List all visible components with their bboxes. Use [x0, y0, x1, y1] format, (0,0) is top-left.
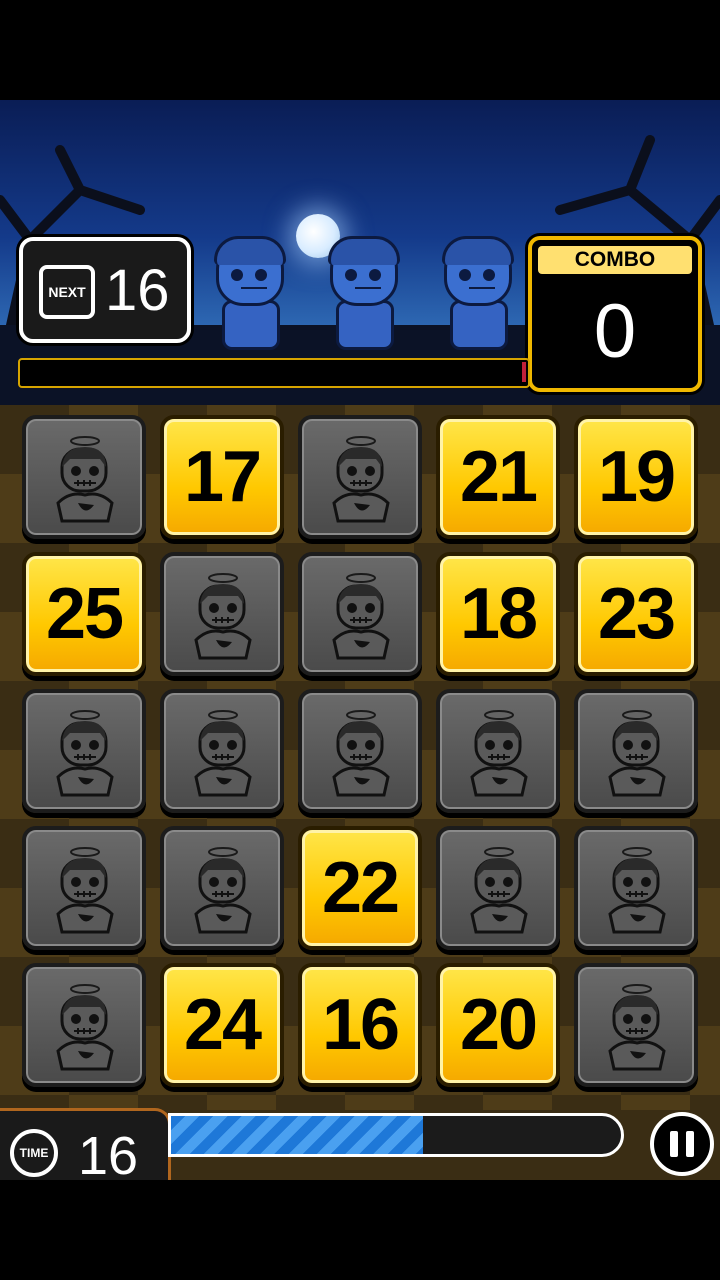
combo-gauge	[18, 358, 530, 388]
locked-tile[interactable]	[160, 689, 284, 813]
tile-number: 18	[459, 574, 538, 654]
locked-tile[interactable]	[574, 689, 698, 813]
zombie-icon	[470, 710, 528, 797]
zombie-icon	[470, 847, 528, 934]
tile-number: 22	[321, 848, 400, 928]
number-tile[interactable]: 19	[574, 415, 698, 539]
number-tile[interactable]: 18	[436, 552, 560, 676]
time-icon: TIME	[10, 1129, 58, 1177]
combo-label: COMBO	[538, 246, 692, 274]
number-tile[interactable]: 17	[160, 415, 284, 539]
tile-number: 21	[459, 437, 538, 517]
tile-number: 19	[597, 437, 676, 517]
combo-panel: COMBO 0	[528, 236, 702, 392]
number-tile[interactable]: 22	[298, 826, 422, 950]
number-tile[interactable]: 16	[298, 963, 422, 1087]
number-tile[interactable]: 23	[574, 552, 698, 676]
locked-tile[interactable]	[160, 552, 284, 676]
locked-tile[interactable]	[574, 826, 698, 950]
number-tile[interactable]: 24	[160, 963, 284, 1087]
number-tile[interactable]: 21	[436, 415, 560, 539]
zombie-icon	[56, 984, 114, 1071]
bottom-letterbox	[0, 1180, 720, 1280]
tile-number: 16	[321, 985, 400, 1065]
combo-count: 0	[593, 289, 637, 374]
tile-number: 20	[459, 985, 538, 1065]
next-number: 16	[105, 258, 170, 323]
zombie-icon	[332, 436, 390, 523]
zombie-icon	[332, 573, 390, 660]
zombie-icon	[608, 984, 666, 1071]
pause-icon	[670, 1131, 678, 1157]
time-panel: TIME 16	[0, 1108, 171, 1187]
zombie-icon	[332, 710, 390, 797]
locked-tile[interactable]	[298, 415, 422, 539]
tile-number: 25	[45, 574, 124, 654]
zombie-character	[436, 236, 516, 350]
locked-tile[interactable]	[22, 415, 146, 539]
next-label: NEXT	[48, 284, 86, 300]
number-tile[interactable]: 25	[22, 552, 146, 676]
time-value: 16	[78, 1126, 139, 1186]
zombie-icon	[194, 573, 252, 660]
locked-tile[interactable]	[298, 689, 422, 813]
locked-tile[interactable]	[22, 826, 146, 950]
locked-tile[interactable]	[160, 826, 284, 950]
locked-tile[interactable]	[574, 963, 698, 1087]
zombie-icon	[56, 847, 114, 934]
time-label: TIME	[19, 1146, 49, 1160]
zombie-icon	[194, 710, 252, 797]
game-board: 17 21 19 25 18 23 22 24 16 20	[0, 405, 720, 1110]
locked-tile[interactable]	[436, 826, 560, 950]
pause-button[interactable]	[650, 1112, 714, 1176]
locked-tile[interactable]	[22, 963, 146, 1087]
number-tile[interactable]: 20	[436, 963, 560, 1087]
next-number-panel: NEXT 16	[19, 237, 191, 343]
tile-number: 23	[597, 574, 676, 654]
time-progress-bar	[168, 1113, 624, 1157]
locked-tile[interactable]	[298, 552, 422, 676]
tile-number: 24	[183, 985, 262, 1065]
time-progress-fill	[171, 1116, 423, 1154]
locked-tile[interactable]	[436, 689, 560, 813]
zombie-icon	[608, 847, 666, 934]
next-icon: NEXT	[39, 265, 95, 319]
locked-tile[interactable]	[22, 689, 146, 813]
zombie-icon	[56, 436, 114, 523]
tile-number: 17	[183, 437, 262, 517]
zombie-character	[322, 236, 402, 350]
zombie-icon	[56, 710, 114, 797]
zombie-icon	[608, 710, 666, 797]
zombie-character	[208, 236, 288, 350]
top-letterbox	[0, 0, 720, 100]
zombie-icon	[194, 847, 252, 934]
